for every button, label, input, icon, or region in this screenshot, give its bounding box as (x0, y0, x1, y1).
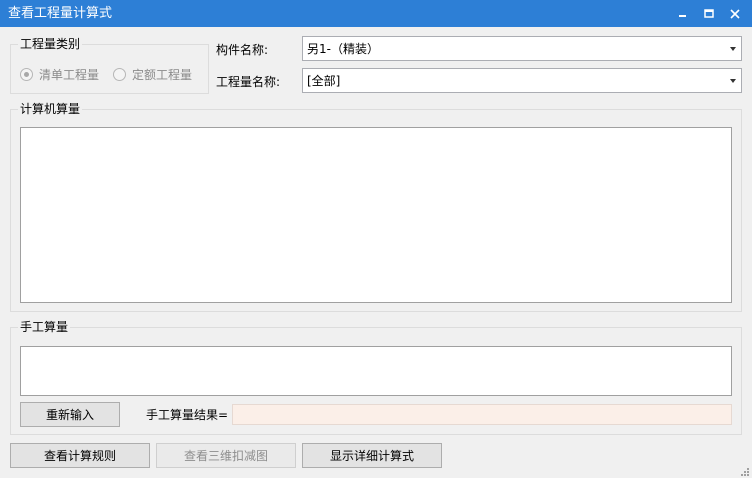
quantity-name-value: [全部] (307, 74, 341, 88)
chevron-down-icon (730, 79, 736, 83)
close-button[interactable] (724, 4, 746, 22)
window-title: 查看工程量计算式 (8, 6, 113, 21)
component-name-value: 另1-（精装） (307, 42, 379, 56)
manual-result-field[interactable] (232, 404, 732, 425)
computer-calc-legend: 计算机算量 (18, 102, 83, 116)
show-detail-formula-button[interactable]: 显示详细计算式 (302, 443, 442, 468)
maximize-icon (704, 9, 714, 18)
radio-quota-quantity[interactable]: 定额工程量 (113, 66, 192, 83)
radio-checked-icon (20, 68, 33, 81)
radio-list-quantity-label: 清单工程量 (39, 68, 100, 82)
computer-calc-textarea[interactable] (20, 127, 732, 303)
maximize-button[interactable] (698, 4, 720, 22)
component-name-label: 构件名称: (216, 43, 269, 57)
view-3d-deduction-button[interactable]: 查看三维扣减图 (156, 443, 296, 468)
minimize-icon (679, 15, 686, 17)
title-bar: 查看工程量计算式 (0, 0, 752, 27)
reenter-button[interactable]: 重新输入 (20, 402, 120, 427)
manual-calc-textarea[interactable] (20, 346, 732, 396)
manual-calc-legend: 手工算量 (18, 320, 71, 334)
quantity-name-select[interactable]: [全部] (302, 68, 742, 93)
resize-grip-icon[interactable] (740, 466, 750, 476)
radio-list-quantity[interactable]: 清单工程量 (20, 66, 99, 83)
radio-unchecked-icon (113, 68, 126, 81)
chevron-down-icon (730, 47, 736, 51)
minimize-button[interactable] (672, 4, 694, 22)
manual-result-label: 手工算量结果= (146, 408, 229, 422)
qty-category-legend: 工程量类别 (18, 37, 83, 51)
view-calc-rules-button[interactable]: 查看计算规则 (10, 443, 150, 468)
close-icon (730, 9, 740, 19)
radio-quota-quantity-label: 定额工程量 (132, 68, 193, 82)
component-name-select[interactable]: 另1-（精装） (302, 36, 742, 61)
quantity-name-label: 工程量名称: (216, 75, 281, 89)
